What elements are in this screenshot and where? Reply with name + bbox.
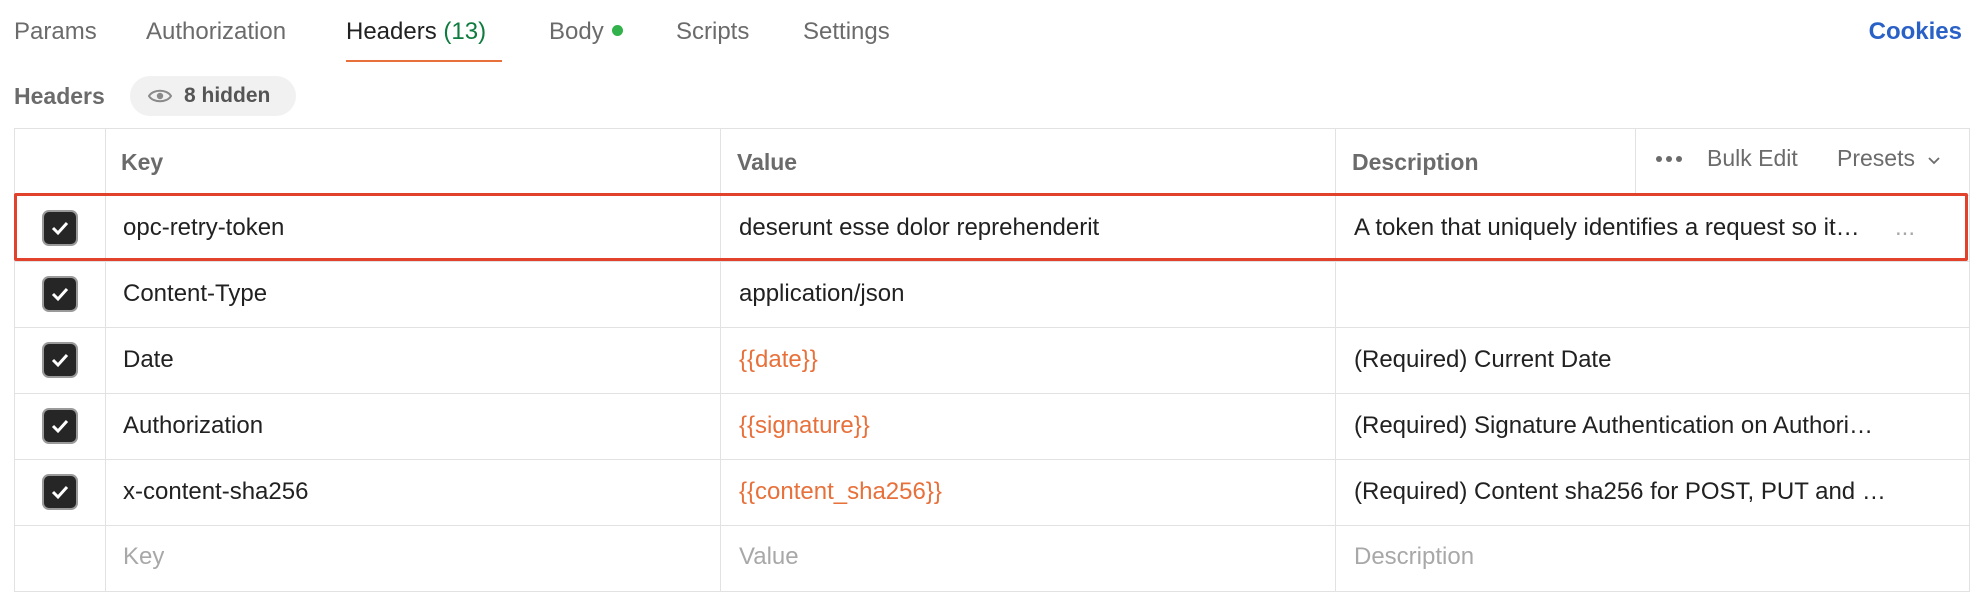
tab-settings-label: Settings: [803, 18, 890, 45]
hidden-count-label: 8 hidden: [184, 84, 271, 107]
tab-authorization-label: Authorization: [146, 18, 287, 45]
row-key[interactable]: x-content-sha256: [123, 476, 308, 508]
row-description[interactable]: (Required) Current Date: [1354, 344, 1611, 376]
row-more-button[interactable]: ...: [1895, 212, 1915, 244]
more-horizontal-icon: [1656, 156, 1682, 162]
tab-authorization[interactable]: Authorization: [146, 14, 286, 50]
tab-headers-count: (13): [443, 18, 487, 45]
more-options-button[interactable]: [1655, 141, 1683, 181]
row-value[interactable]: {{signature}}: [739, 410, 870, 442]
row-value[interactable]: {{content_sha256}}: [739, 476, 942, 508]
row-value[interactable]: application/json: [739, 278, 904, 310]
presets-label: Presets: [1837, 145, 1915, 171]
tab-scripts-label: Scripts: [676, 18, 750, 45]
new-value-input[interactable]: Value: [739, 541, 799, 573]
row-description[interactable]: A token that uniquely identifies a reque…: [1354, 212, 1860, 244]
headers-section-title: Headers: [14, 83, 105, 109]
cookies-link[interactable]: Cookies: [1869, 14, 1962, 50]
tab-params-label: Params: [14, 18, 97, 45]
tab-scripts[interactable]: Scripts: [676, 14, 749, 50]
row-divider: [15, 459, 1969, 460]
presets-dropdown[interactable]: Presets: [1837, 142, 1941, 174]
column-divider: [1635, 129, 1636, 195]
bulk-edit-button[interactable]: Bulk Edit: [1707, 142, 1798, 174]
row-description[interactable]: (Required) Content sha256 for POST, PUT …: [1354, 476, 1886, 508]
column-header-description: Description: [1352, 149, 1479, 175]
tab-params[interactable]: Params: [14, 14, 97, 50]
row-key[interactable]: opc-retry-token: [123, 212, 284, 244]
row-divider: [15, 393, 1969, 394]
row-divider: [15, 261, 1969, 262]
checkmark-icon: [51, 287, 69, 302]
row-enabled-checkbox[interactable]: [44, 410, 76, 442]
row-enabled-checkbox[interactable]: [44, 476, 76, 508]
column-divider: [720, 129, 721, 591]
checkmark-icon: [51, 221, 69, 236]
tab-settings[interactable]: Settings: [803, 14, 890, 50]
checkmark-icon: [51, 419, 69, 434]
tab-headers[interactable]: Headers (13): [346, 14, 486, 50]
column-header-value: Value: [737, 149, 798, 175]
tab-body-label: Body: [549, 18, 604, 45]
tab-headers-label: Headers: [346, 18, 437, 45]
new-key-input[interactable]: Key: [123, 541, 164, 573]
column-header-key: Key: [121, 149, 164, 175]
checkmark-icon: [51, 485, 69, 500]
row-key[interactable]: Authorization: [123, 410, 263, 442]
headers-table: Key Value Description Bulk Edit Presets …: [14, 128, 1970, 592]
row-description[interactable]: (Required) Signature Authentication on A…: [1354, 410, 1873, 442]
checkmark-icon: [51, 353, 69, 368]
new-description-input[interactable]: Description: [1354, 541, 1474, 573]
row-key[interactable]: Content-Type: [123, 278, 267, 310]
row-enabled-checkbox[interactable]: [44, 212, 76, 244]
row-enabled-checkbox[interactable]: [44, 344, 76, 376]
eye-icon: [148, 89, 172, 103]
hidden-headers-toggle[interactable]: 8 hidden: [130, 76, 296, 116]
active-tab-indicator: [346, 60, 502, 62]
request-tabs: Params Authorization Headers (13) Body S…: [0, 0, 1988, 64]
body-status-dot: [611, 25, 623, 37]
row-divider: [15, 195, 1969, 196]
column-divider: [1335, 129, 1336, 591]
row-value[interactable]: deserunt esse dolor reprehenderit: [739, 212, 1099, 244]
row-key[interactable]: Date: [123, 344, 174, 376]
row-divider: [15, 327, 1969, 328]
chevron-down-icon: [1928, 157, 1941, 165]
row-divider: [15, 525, 1969, 526]
tab-body[interactable]: Body: [549, 14, 623, 50]
row-enabled-checkbox[interactable]: [44, 278, 76, 310]
row-value[interactable]: {{date}}: [739, 344, 818, 376]
column-divider: [105, 129, 106, 591]
